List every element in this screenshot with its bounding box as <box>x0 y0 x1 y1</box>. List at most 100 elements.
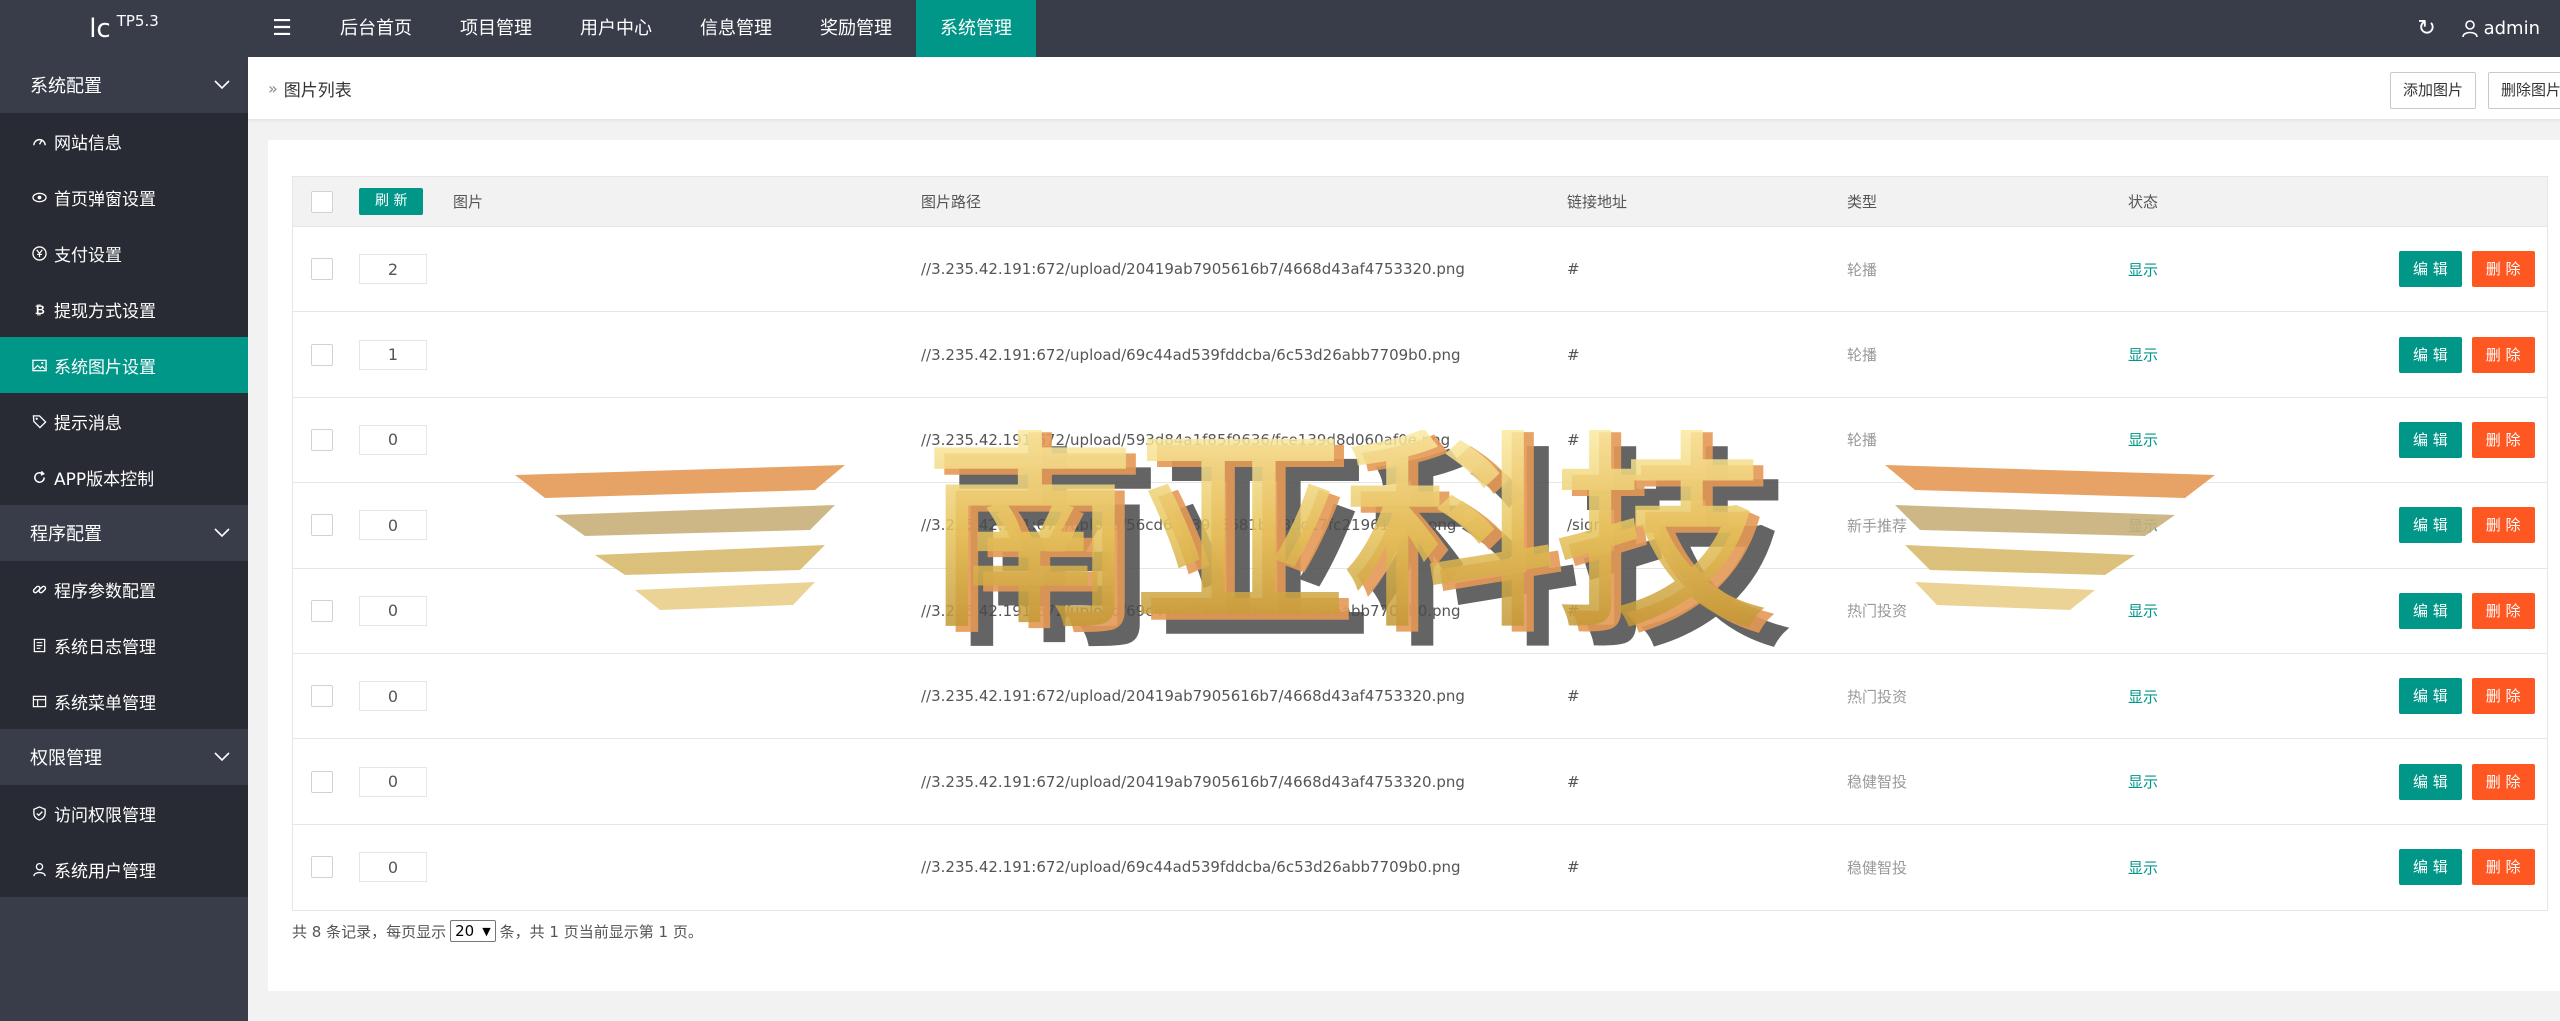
sidebar-group-0[interactable]: 系统配置 <box>0 57 248 113</box>
delete-image-button[interactable]: 删除图片 <box>2488 72 2560 109</box>
sidebar-item-1-1[interactable]: 系统日志管理 <box>0 617 248 673</box>
logo[interactable]: lc TP5.3 <box>0 0 248 57</box>
chevron-down-icon: ▼ <box>482 924 491 938</box>
delete-button[interactable]: 删 除 <box>2471 251 2535 288</box>
row-select-cell <box>311 398 333 482</box>
row-checkbox[interactable] <box>311 856 333 879</box>
tag-icon <box>31 413 47 429</box>
sidebar-item-0-0[interactable]: 网站信息 <box>0 113 248 169</box>
sort-input[interactable]: 0 <box>359 424 427 455</box>
status-badge: 显示 <box>2128 431 2159 450</box>
refresh-cell: 刷 新 <box>359 177 424 226</box>
menu-toggle-icon[interactable]: ☰ <box>248 0 316 57</box>
status-badge: 显示 <box>2128 773 2159 792</box>
table-row: 0 //3.235.42.191:672/upload/69c44ad539fdd… <box>293 569 2547 654</box>
top-right-tools: ↻ admin <box>2400 0 2560 57</box>
delete-button[interactable]: 删 除 <box>2471 507 2535 544</box>
add-image-button[interactable]: 添加图片 <box>2390 72 2477 109</box>
sort-input[interactable]: 1 <box>359 339 427 370</box>
sidebar-item-1-2[interactable]: 系统菜单管理 <box>0 673 248 729</box>
sort-input[interactable]: 0 <box>359 595 427 626</box>
delete-button[interactable]: 删 除 <box>2471 421 2535 458</box>
sidebar-item-0-3[interactable]: ₿ 提现方式设置 <box>0 281 248 337</box>
sort-input[interactable]: 0 <box>359 510 427 541</box>
edit-button[interactable]: 编 辑 <box>2399 678 2462 715</box>
nav-item-5[interactable]: 系统管理 <box>916 0 1036 57</box>
row-sort-cell: 0 <box>359 739 427 823</box>
sidebar-item-0-5[interactable]: 提示消息 <box>0 393 248 449</box>
page-size-value: 20 <box>455 922 475 940</box>
sort-input[interactable]: 0 <box>359 852 427 883</box>
nav-item-3[interactable]: 信息管理 <box>676 0 796 57</box>
admin-name: admin <box>2483 18 2540 39</box>
status-badge: 显示 <box>2128 346 2159 365</box>
nav-item-0[interactable]: 后台首页 <box>316 0 436 57</box>
edit-button[interactable]: 编 辑 <box>2399 763 2462 800</box>
image-path: //3.235.42.191:672/upload/69c44ad539fddc… <box>921 858 1461 877</box>
edit-button[interactable]: 编 辑 <box>2399 421 2462 458</box>
table-icon <box>31 693 47 709</box>
edit-button[interactable]: 编 辑 <box>2399 849 2462 886</box>
edit-button[interactable]: 编 辑 <box>2399 507 2462 544</box>
delete-button[interactable]: 删 除 <box>2471 763 2535 800</box>
row-select-cell <box>311 312 333 396</box>
row-checkbox[interactable] <box>311 685 333 708</box>
sidebar-item-label: 系统菜单管理 <box>54 693 156 714</box>
sidebar-item-label: 提示消息 <box>54 413 122 434</box>
eye-icon <box>31 189 47 205</box>
sort-input[interactable]: 0 <box>359 766 427 797</box>
row-checkbox[interactable] <box>311 514 333 537</box>
row-checkbox[interactable] <box>311 258 333 281</box>
delete-button[interactable]: 删 除 <box>2471 592 2535 629</box>
sidebar-group-2[interactable]: 权限管理 <box>0 729 248 785</box>
sidebar-item-2-0[interactable]: 访问权限管理 <box>0 785 248 841</box>
link-url: # <box>1567 687 1580 706</box>
row-select-cell <box>311 825 333 910</box>
delete-button[interactable]: 删 除 <box>2471 678 2535 715</box>
delete-button[interactable]: 删 除 <box>2471 336 2535 373</box>
edit-button[interactable]: 编 辑 <box>2399 336 2462 373</box>
image-path: //3.235.42.191:672/upload/20419ab7905616… <box>921 687 1465 706</box>
refresh-sort-button[interactable]: 刷 新 <box>359 188 424 215</box>
row-checkbox[interactable] <box>311 343 333 366</box>
edit-button[interactable]: 编 辑 <box>2399 251 2462 288</box>
nav-item-1[interactable]: 项目管理 <box>436 0 556 57</box>
row-checkbox[interactable] <box>311 770 333 793</box>
sidebar-group-1[interactable]: 程序配置 <box>0 505 248 561</box>
header-status: 状态 <box>2128 193 2159 211</box>
row-select-cell <box>311 227 333 311</box>
nav-item-2[interactable]: 用户中心 <box>556 0 676 57</box>
status-badge: 显示 <box>2128 516 2159 535</box>
double-chevron-right-icon: » <box>268 79 278 98</box>
edit-button[interactable]: 编 辑 <box>2399 592 2462 629</box>
sort-input[interactable]: 2 <box>359 254 427 285</box>
row-checkbox[interactable] <box>311 428 333 451</box>
sidebar-item-1-0[interactable]: 程序参数配置 <box>0 561 248 617</box>
top-nav: 后台首页 项目管理 用户中心 信息管理 奖励管理 系统管理 <box>316 0 1036 57</box>
refresh-icon[interactable]: ↻ <box>2400 16 2454 41</box>
select-all-checkbox[interactable] <box>311 190 333 213</box>
sidebar-item-0-6[interactable]: APP版本控制 <box>0 449 248 505</box>
sidebar-item-0-4[interactable]: 系统图片设置 <box>0 337 248 393</box>
user-menu[interactable]: admin <box>2454 18 2560 39</box>
image-type: 稳健智投 <box>1847 858 1908 877</box>
image-path: //3.235.42.191:672/upload/20419ab7905616… <box>921 772 1465 791</box>
top-bar: lc TP5.3 ☰ 后台首页 项目管理 用户中心 信息管理 奖励管理 系统管理 ↻ ad… <box>0 0 2560 57</box>
page-size-select[interactable]: 20 ▼ <box>450 920 496 942</box>
row-actions: 编 辑删 除 <box>2399 825 2535 910</box>
user-icon <box>2461 19 2478 37</box>
sidebar-item-2-1[interactable]: 系统用户管理 <box>0 841 248 897</box>
chevron-down-icon <box>214 752 230 762</box>
sidebar-item-0-2[interactable]: 支付设置 <box>0 225 248 281</box>
delete-button[interactable]: 删 除 <box>2471 849 2535 886</box>
image-table: 刷 新 图片 图片路径 链接地址 类型 状态 2 //3.235.42.191:6… <box>292 176 2548 912</box>
sort-input[interactable]: 0 <box>359 681 427 712</box>
sidebar-item-0-1[interactable]: 首页弹窗设置 <box>0 169 248 225</box>
nav-item-4[interactable]: 奖励管理 <box>796 0 916 57</box>
sidebar-item-label: 首页弹窗设置 <box>54 189 156 210</box>
sidebar-item-label: 系统日志管理 <box>54 637 156 658</box>
image-icon <box>31 357 47 373</box>
row-checkbox[interactable] <box>311 599 333 622</box>
user-icon <box>31 861 47 877</box>
sidebar: 系统配置 网站信息首页弹窗设置支付设置 ₿ 提现方式设置 系统图片设置提示消息 APP版本… <box>0 57 248 1021</box>
